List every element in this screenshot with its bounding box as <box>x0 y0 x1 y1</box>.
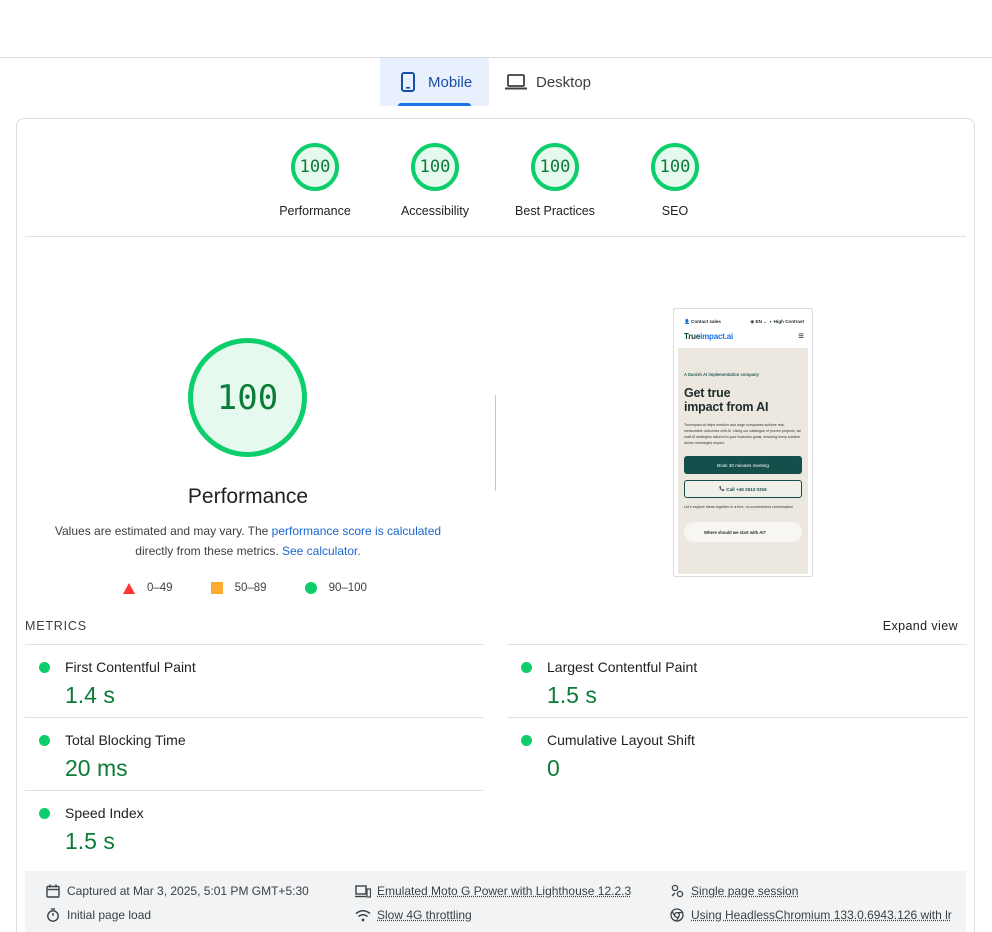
expand-view-toggle[interactable]: Expand view <box>883 619 958 633</box>
browser-info[interactable]: Using HeadlessChromium 133.0.6943.126 wi… <box>669 907 952 923</box>
note-text-2: directly from these metrics. <box>135 544 282 558</box>
metric-value: 1.5 s <box>65 828 115 854</box>
captured-text: Captured at Mar 3, 2025, 5:01 PM GMT+5:3… <box>67 884 309 898</box>
pass-dot-icon <box>521 735 532 746</box>
session-icon <box>669 883 685 899</box>
triangle-icon <box>123 582 135 594</box>
top-bar <box>0 0 992 58</box>
browser-text: Using HeadlessChromium 133.0.6943.126 wi… <box>691 908 952 922</box>
pass-dot-icon <box>39 735 50 746</box>
timer-icon <box>45 907 61 923</box>
metric-value: 20 ms <box>65 755 128 781</box>
calculator-link[interactable]: See calculator. <box>282 544 361 558</box>
chrome-icon <box>669 907 685 923</box>
metric-name: Total Blocking Time <box>65 732 186 748</box>
screenshot-chat-bubble: Where should we start with AI? <box>684 522 802 542</box>
summary-divider <box>25 236 966 237</box>
smartphone-icon <box>398 72 418 92</box>
screenshot-logo: Trueimpact.ai <box>684 332 733 341</box>
performance-title: Performance <box>187 485 309 508</box>
hamburger-icon: ≡ <box>798 331 804 342</box>
metric-lcp: Largest Contentful Paint 1.5 s <box>507 644 967 717</box>
pass-dot-icon <box>39 808 50 819</box>
metric-si: Speed Index 1.5 s <box>25 790 483 863</box>
screenshot-heading: Get true impact from AI <box>684 386 769 414</box>
score-note: Values are estimated and may vary. The p… <box>47 521 449 561</box>
screenshot-eyebrow: A Danish AI implementation company <box>684 372 759 377</box>
legend-range: 50–89 <box>234 582 267 594</box>
legend-pass: 90–100 <box>304 582 367 594</box>
tab-desktop[interactable]: Desktop <box>489 58 607 106</box>
metric-value: 1.4 s <box>65 682 115 708</box>
metric-cls: Cumulative Layout Shift 0 <box>507 717 967 790</box>
load-text: Initial page load <box>67 908 152 922</box>
screenshot-small-text: Let's explore ideas together in a free, … <box>684 505 793 509</box>
gauge-label: Accessibility <box>400 204 470 218</box>
screenshot-header: 👤 Contact sales ◉ EN ⌄ ◐ High Contrast T… <box>674 309 812 349</box>
metrics-header: METRICS Expand view <box>25 619 958 633</box>
metrics-title: METRICS <box>25 619 87 633</box>
devices-icon <box>355 883 371 899</box>
throttling-info[interactable]: Slow 4G throttling <box>355 907 472 923</box>
vertical-separator <box>495 395 496 491</box>
laptop-icon <box>505 72 527 92</box>
metric-fcp: First Contentful Paint 1.4 s <box>25 644 483 717</box>
gauge-label: Best Practices <box>515 204 595 218</box>
score-calculated-link[interactable]: performance score is calculated <box>272 524 441 538</box>
score-legend: 0–49 50–89 90–100 <box>123 580 405 596</box>
score-ring: 100 <box>411 143 459 191</box>
screenshot-hero: A Danish AI implementation company Get t… <box>678 348 808 574</box>
gauge-accessibility[interactable]: 100 Accessibility <box>375 143 495 218</box>
tab-mobile-label: Mobile <box>428 73 473 91</box>
score-ring: 100 <box>531 143 579 191</box>
legend-range: 90–100 <box>328 582 367 594</box>
square-icon <box>210 582 223 594</box>
screenshot-lang: ◉ EN ⌄ ◐ High Contrast <box>750 319 804 324</box>
metric-name: Largest Contentful Paint <box>547 659 698 675</box>
report-card: 100 Performance 100 Accessibility 100 Be… <box>16 118 975 932</box>
device-text: Emulated Moto G Power with Lighthouse 12… <box>377 884 632 898</box>
metric-value: 1.5 s <box>547 682 597 708</box>
metric-name: Cumulative Layout Shift <box>547 732 695 748</box>
session-info[interactable]: Single page session <box>669 883 798 899</box>
screenshot-nav: Trueimpact.ai ≡ <box>684 331 804 342</box>
screenshot-book-button: Book 30 minutes meeting <box>684 456 802 474</box>
metric-value: 0 <box>547 755 560 781</box>
tab-mobile[interactable]: Mobile <box>380 58 489 106</box>
category-summary: 100 Performance 100 Accessibility 100 Be… <box>17 143 976 251</box>
screenshot-call-button: 📞 Call +45 2613 0316 <box>684 480 802 498</box>
legend-range: 0–49 <box>147 582 173 594</box>
load-info: Initial page load <box>45 907 151 923</box>
performance-score-gauge: 100 <box>188 338 307 457</box>
gauge-label: Performance <box>279 204 351 218</box>
gauge-seo[interactable]: 100 SEO <box>615 143 735 218</box>
screenshot-contact: 👤 Contact sales <box>684 319 721 324</box>
pass-dot-icon <box>39 662 50 673</box>
pass-dot-icon <box>521 662 532 673</box>
gauge-performance[interactable]: 100 Performance <box>255 143 375 218</box>
metric-name: First Contentful Paint <box>65 659 196 675</box>
score-ring: 100 <box>291 143 339 191</box>
note-text: Values are estimated and may vary. The <box>54 524 272 538</box>
form-factor-tabs: Mobile Desktop <box>380 58 607 106</box>
final-screenshot[interactable]: 👤 Contact sales ◉ EN ⌄ ◐ High Contrast T… <box>673 308 813 577</box>
screenshot-paragraph: Trueimpact.ai helps medium and large com… <box>684 423 802 445</box>
device-info[interactable]: Emulated Moto G Power with Lighthouse 12… <box>355 883 631 899</box>
runtime-settings: Captured at Mar 3, 2025, 5:01 PM GMT+5:3… <box>25 871 966 932</box>
legend-fail: 0–49 <box>123 582 173 594</box>
calendar-icon <box>45 883 61 899</box>
screenshot-topline: 👤 Contact sales ◉ EN ⌄ ◐ High Contrast <box>684 319 804 325</box>
circle-icon <box>304 582 317 594</box>
score-ring: 100 <box>651 143 699 191</box>
gauge-best-practices[interactable]: 100 Best Practices <box>495 143 615 218</box>
tab-desktop-label: Desktop <box>536 73 592 91</box>
session-text: Single page session <box>691 884 799 898</box>
throttling-text: Slow 4G throttling <box>377 908 472 922</box>
wifi-icon <box>355 907 371 923</box>
metric-name: Speed Index <box>65 805 144 821</box>
metric-tbt: Total Blocking Time 20 ms <box>25 717 483 790</box>
legend-average: 50–89 <box>210 582 267 594</box>
captured-info: Captured at Mar 3, 2025, 5:01 PM GMT+5:3… <box>45 883 309 899</box>
gauge-label: SEO <box>661 204 689 218</box>
